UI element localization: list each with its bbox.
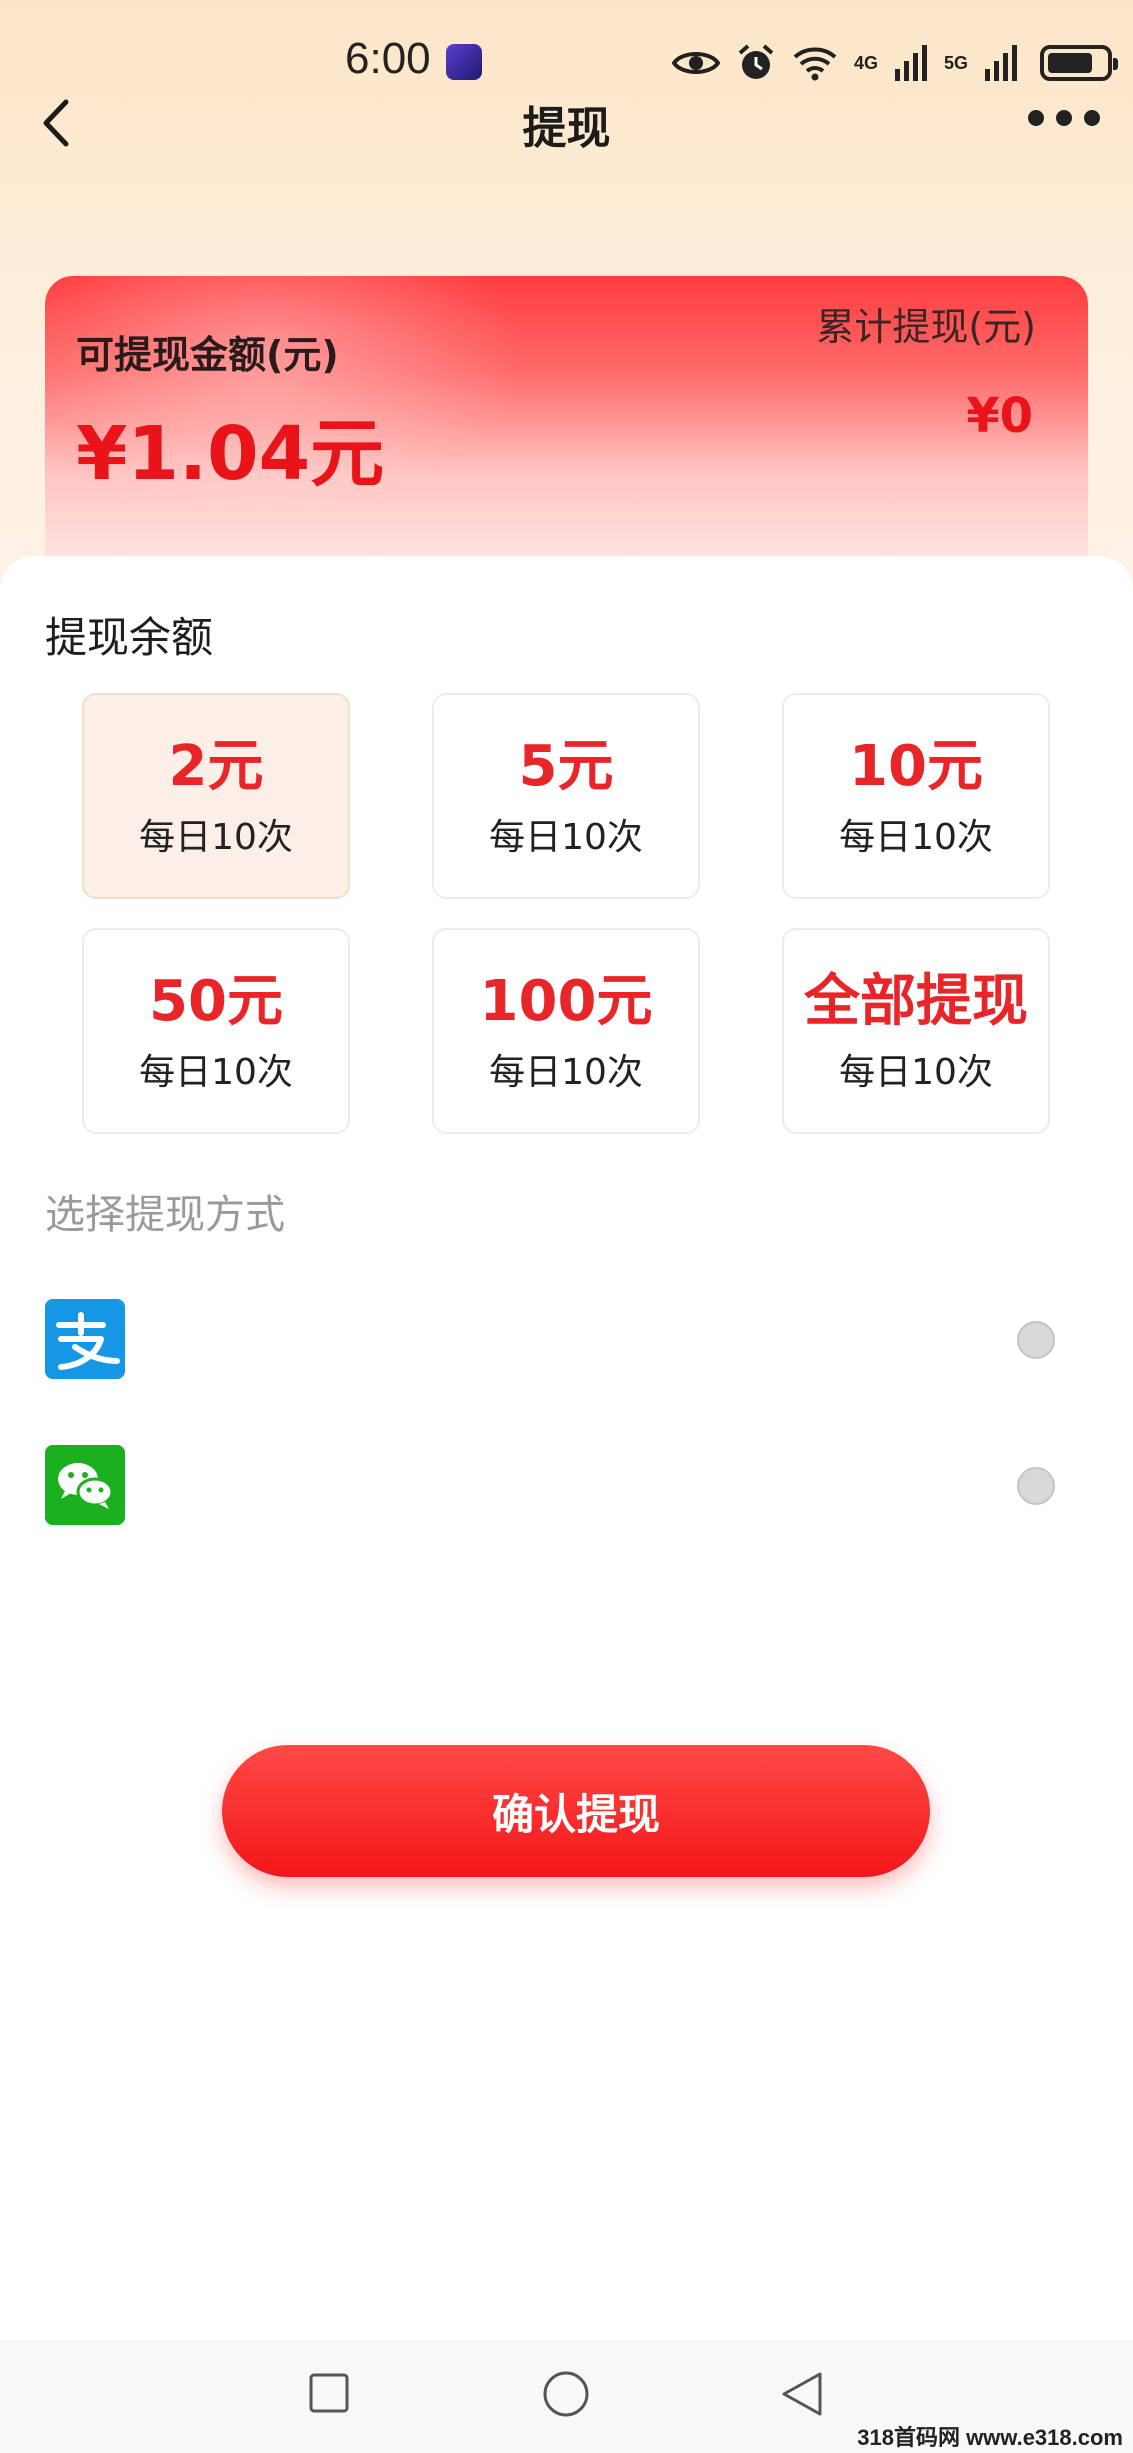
network-label-4g: 4G	[854, 52, 879, 73]
more-icon[interactable]	[1028, 110, 1100, 126]
amount-option-limit: 每日10次	[489, 817, 643, 858]
signal-icon	[895, 45, 928, 81]
payment-method-alipay[interactable]	[45, 1299, 1055, 1379]
amount-option-limit: 每日10次	[139, 1052, 293, 1093]
alarm-icon	[738, 44, 774, 79]
amount-option-value: 10元	[849, 734, 983, 799]
wechat-icon	[45, 1445, 125, 1525]
amount-option-5[interactable]: 5元 每日10次	[432, 693, 700, 899]
amount-option-10[interactable]: 10元 每日10次	[782, 693, 1050, 899]
total-withdrawn-value: ¥0	[966, 388, 1033, 444]
confirm-withdraw-button[interactable]: 确认提现	[222, 1745, 930, 1877]
status-icons: 4G 5G	[672, 38, 1119, 88]
page-title: 提现	[522, 103, 611, 154]
withdraw-amount-title: 提现余额	[45, 613, 214, 662]
amount-option-all[interactable]: 全部提现 每日10次	[782, 928, 1050, 1134]
payment-method-wechat[interactable]	[45, 1445, 1055, 1525]
amount-option-50[interactable]: 50元 每日10次	[82, 928, 350, 1134]
eye-icon	[672, 52, 720, 74]
amount-option-limit: 每日10次	[839, 817, 993, 858]
amount-option-value: 50元	[149, 969, 283, 1034]
app-notification-icon	[446, 44, 482, 80]
amount-option-limit: 每日10次	[139, 817, 293, 858]
status-time: 6:00	[345, 34, 431, 83]
amount-option-limit: 每日10次	[839, 1052, 993, 1093]
amount-option-value: 2元	[168, 734, 264, 799]
amount-option-2[interactable]: 2元 每日10次	[82, 693, 350, 899]
amount-option-100[interactable]: 100元 每日10次	[432, 928, 700, 1134]
wifi-icon	[793, 47, 837, 81]
more-dot	[1056, 110, 1072, 126]
recent-apps-icon[interactable]	[308, 2372, 350, 2414]
more-dot	[1028, 110, 1044, 126]
signal-icon	[985, 45, 1018, 81]
available-amount-value: ¥1.04元	[76, 411, 385, 497]
wechat-radio[interactable]	[1017, 1467, 1055, 1505]
alipay-radio[interactable]	[1017, 1321, 1055, 1359]
balance-card: 可提现金额(元) ¥1.04元 累计提现(元) ¥0	[45, 276, 1088, 596]
amount-option-value: 全部提现	[804, 969, 1028, 1034]
amount-option-value: 100元	[479, 969, 653, 1034]
more-dot	[1084, 110, 1100, 126]
amount-option-value: 5元	[518, 734, 614, 799]
network-label-5g: 5G	[944, 52, 969, 73]
available-amount-label: 可提现金额(元)	[76, 333, 339, 377]
back-triangle-icon[interactable]	[780, 2370, 824, 2418]
battery-icon	[1040, 45, 1119, 81]
amount-option-limit: 每日10次	[489, 1052, 643, 1093]
payment-method-title: 选择提现方式	[45, 1192, 285, 1238]
watermark: 318首码网 www.e318.com	[857, 2425, 1123, 2450]
total-withdrawn-label: 累计提现(元)	[816, 305, 1036, 349]
home-icon[interactable]	[542, 2370, 590, 2418]
battery-fill	[1048, 53, 1093, 73]
alipay-icon	[45, 1299, 125, 1379]
